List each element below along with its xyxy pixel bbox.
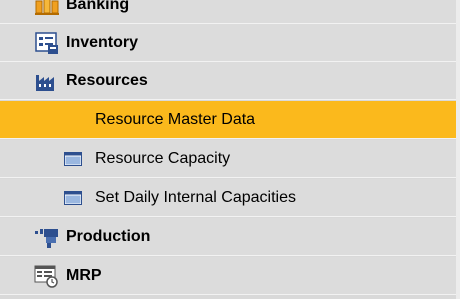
module-menu: Banking Inventory Resources Resource Mas… [0,0,460,299]
menu-item-inventory[interactable]: Inventory [0,24,456,62]
menu-item-label: Inventory [66,33,139,51]
mrp-icon [34,265,58,288]
menu-item-mrp[interactable]: MRP [0,257,456,295]
menu-item-resources[interactable]: Resources [0,62,456,100]
scroll-edge [456,0,460,299]
window-icon [64,190,82,205]
menu-item-resource-capacity[interactable]: Resource Capacity [0,140,456,178]
menu-item-resource-master-data[interactable]: Resource Master Data [0,101,456,139]
menu-item-banking[interactable]: Banking [0,0,456,24]
menu-item-production[interactable]: Production [0,218,456,256]
production-icon [35,228,58,248]
resources-factory-icon [36,74,54,91]
menu-item-set-daily-internal-capacities[interactable]: Set Daily Internal Capacities [0,179,456,217]
inventory-icon [35,31,58,54]
window-icon [64,151,82,166]
menu-item-label: Production [66,227,151,245]
menu-item-label: Resource Master Data [95,110,256,128]
menu-item-label: MRP [66,266,102,284]
menu-item-label: Resource Capacity [95,149,231,167]
banking-icon [35,0,59,15]
menu-item-label: Set Daily Internal Capacities [95,188,296,206]
menu-item-label: Banking [66,0,130,13]
menu-item-label: Resources [66,71,148,89]
